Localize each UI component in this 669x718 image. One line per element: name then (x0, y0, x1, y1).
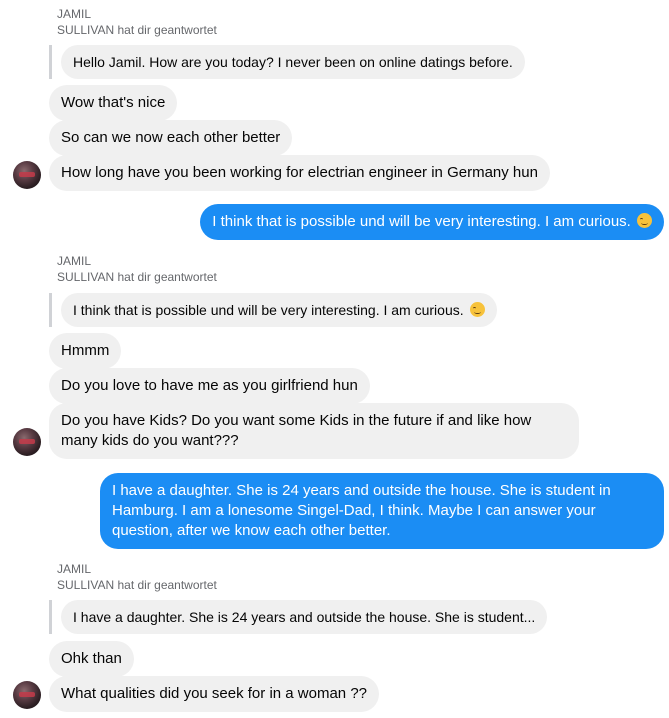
contact-avatar[interactable] (13, 428, 41, 456)
reply-sender-name: JAMIL (57, 562, 92, 576)
incoming-message[interactable]: Do you love to have me as you girlfriend… (49, 368, 370, 404)
outgoing-message[interactable]: I have a daughter. She is 24 years and o… (100, 473, 664, 549)
quoted-message[interactable]: Hello Jamil. How are you today? I never … (49, 45, 525, 79)
incoming-message[interactable]: Do you have Kids? Do you want some Kids … (49, 403, 579, 459)
outgoing-message-text: I think that is possible und will be ver… (212, 213, 631, 230)
quoted-message[interactable]: I have a daughter. She is 24 years and o… (49, 600, 548, 634)
incoming-message[interactable]: Ohk than (49, 641, 134, 677)
smiling-face-emoji-icon (637, 213, 652, 228)
incoming-message[interactable]: What qualities did you seek for in a wom… (49, 676, 379, 712)
quoted-message-content: I think that is possible und will be ver… (61, 293, 497, 327)
contact-avatar[interactable] (13, 161, 41, 189)
reply-label: SULLIVAN hat dir geantwortet (57, 270, 217, 284)
message-thread: JAMIL SULLIVAN hat dir geantwortet Hello… (0, 0, 669, 718)
reply-sender-name: JAMIL (57, 7, 92, 21)
incoming-message[interactable]: So can we now each other better (49, 120, 293, 156)
quoted-message[interactable]: I think that is possible und will be ver… (49, 293, 497, 327)
quoted-message-text: I have a daughter. She is 24 years and o… (61, 600, 548, 634)
contact-avatar[interactable] (13, 681, 41, 709)
reply-label: SULLIVAN hat dir geantwortet (57, 578, 217, 592)
outgoing-message[interactable]: I think that is possible und will be ver… (200, 204, 664, 240)
incoming-message[interactable]: Hmmm (49, 333, 122, 369)
quoted-message-text: Hello Jamil. How are you today? I never … (61, 45, 525, 79)
reply-sender-name: JAMIL (57, 254, 92, 268)
reply-label: SULLIVAN hat dir geantwortet (57, 23, 217, 37)
incoming-message[interactable]: How long have you been working for elect… (49, 155, 550, 191)
quoted-message-text: I think that is possible und will be ver… (73, 302, 464, 318)
incoming-message[interactable]: Wow that's nice (49, 85, 178, 121)
smiling-face-emoji-icon (469, 302, 485, 317)
